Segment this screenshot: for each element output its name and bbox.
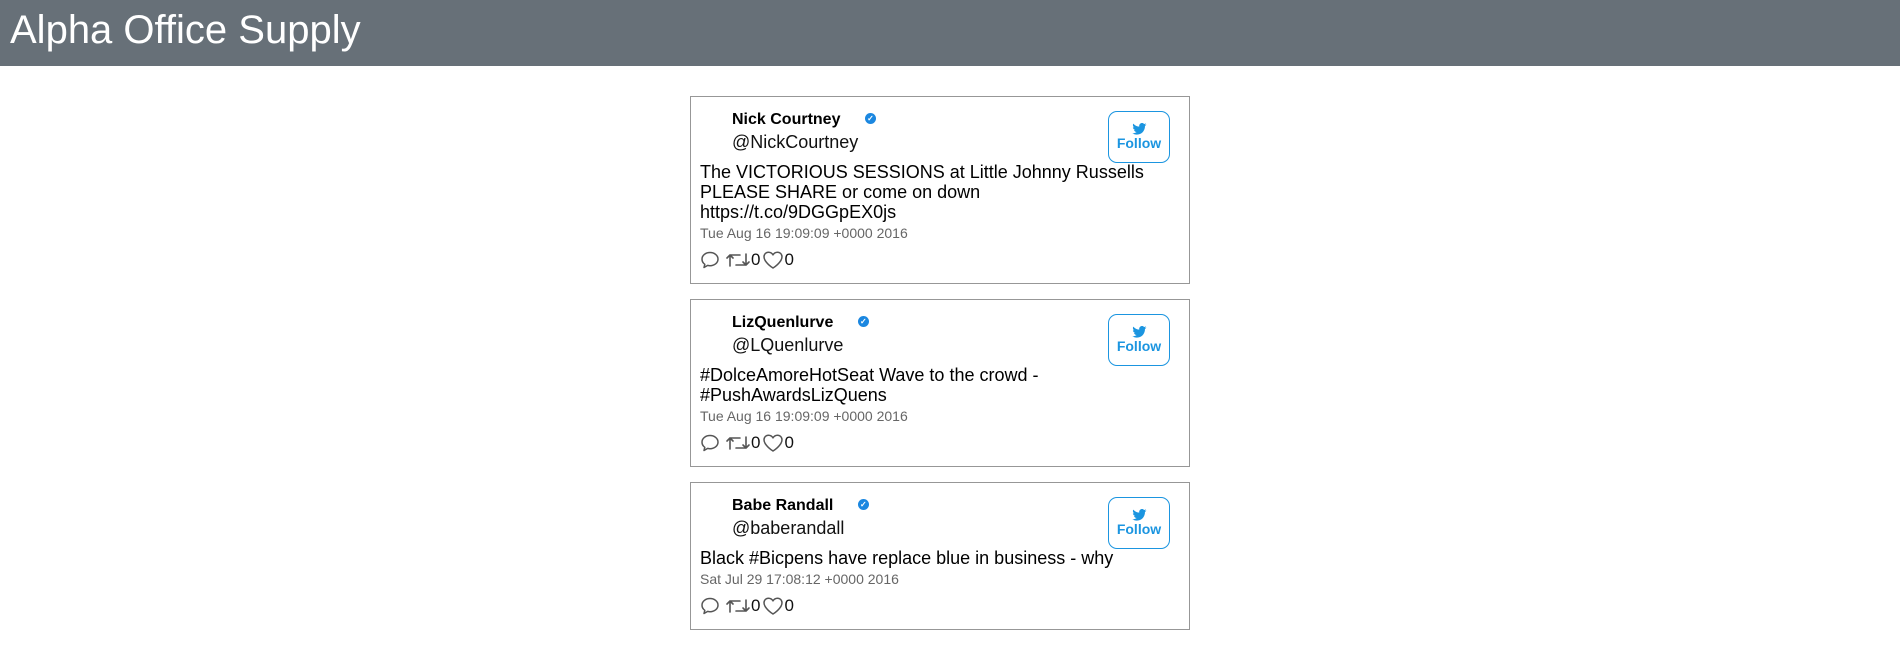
follow-button[interactable]: Follow — [1108, 497, 1170, 549]
follow-label: Follow — [1116, 338, 1162, 354]
tweet-card: Babe Randall ✓ @baberandall Follow Black… — [690, 482, 1190, 630]
app-header: Alpha Office Supply — [0, 0, 1900, 66]
like-button[interactable]: 0 — [762, 250, 794, 270]
retweet-count: 0 — [751, 250, 761, 269]
tweet-text: #DolceAmoreHotSeat Wave to the crowd - #… — [700, 365, 1039, 405]
tweet-text: The VICTORIOUS SESSIONS at Little Johnny… — [700, 162, 1144, 222]
tweet-actions: 0 0 — [700, 431, 1180, 455]
tweet-date[interactable]: Tue Aug 16 19:09:09 +0000 2016 — [700, 224, 1180, 242]
retweet-button[interactable]: 0 — [725, 433, 760, 453]
follow-label: Follow — [1116, 135, 1162, 151]
like-count: 0 — [784, 433, 794, 452]
follow-button[interactable]: Follow — [1108, 314, 1170, 366]
reply-button[interactable] — [700, 596, 720, 616]
twitter-bird-icon — [1131, 326, 1146, 338]
tweet-card: Nick Courtney ✓ @NickCourtney Follow The… — [690, 96, 1190, 284]
app-title: Alpha Office Supply — [10, 8, 361, 52]
like-count: 0 — [784, 250, 794, 269]
retweet-count: 0 — [751, 596, 761, 615]
retweet-button[interactable]: 0 — [725, 596, 760, 616]
verified-badge-icon: ✓ — [857, 499, 869, 510]
tweet-actions: 0 0 — [700, 594, 1180, 618]
twitter-bird-icon — [1131, 123, 1146, 135]
heart-icon — [763, 597, 784, 615]
tweet-feed: Nick Courtney ✓ @NickCourtney Follow The… — [690, 96, 1190, 645]
reply-icon — [701, 251, 719, 269]
author-name[interactable]: LizQuenlurve — [732, 314, 833, 331]
retweet-button[interactable]: 0 — [725, 250, 760, 270]
retweet-icon — [726, 599, 750, 613]
tweet-header: Nick Courtney ✓ @NickCourtney Follow — [700, 109, 1180, 163]
like-count: 0 — [784, 596, 794, 615]
like-button[interactable]: 0 — [762, 433, 794, 453]
tweet-date[interactable]: Sat Jul 29 17:08:12 +0000 2016 — [700, 570, 1180, 588]
author-name[interactable]: Nick Courtney — [732, 111, 840, 128]
tweet-header: Babe Randall ✓ @baberandall Follow — [700, 495, 1180, 549]
reply-button[interactable] — [700, 433, 720, 453]
reply-icon — [701, 434, 719, 452]
verified-badge-icon: ✓ — [857, 316, 869, 327]
like-button[interactable]: 0 — [762, 596, 794, 616]
tweet-text: Black #Bicpens have replace blue in busi… — [700, 548, 1114, 568]
tweet-actions: 0 0 — [700, 248, 1180, 272]
twitter-bird-icon — [1131, 509, 1146, 521]
heart-icon — [763, 434, 784, 452]
retweet-icon — [726, 253, 750, 267]
reply-button[interactable] — [700, 250, 720, 270]
tweet-date[interactable]: Tue Aug 16 19:09:09 +0000 2016 — [700, 407, 1180, 425]
heart-icon — [763, 251, 784, 269]
follow-label: Follow — [1116, 521, 1162, 537]
follow-button[interactable]: Follow — [1108, 111, 1170, 163]
tweet-header: LizQuenlurve ✓ @LQuenlurve Follow — [700, 312, 1180, 366]
author-name[interactable]: Babe Randall — [732, 497, 833, 514]
tweet-card: LizQuenlurve ✓ @LQuenlurve Follow #Dolce… — [690, 299, 1190, 467]
reply-icon — [701, 597, 719, 615]
verified-badge-icon: ✓ — [864, 113, 876, 124]
retweet-icon — [726, 436, 750, 450]
retweet-count: 0 — [751, 433, 761, 452]
